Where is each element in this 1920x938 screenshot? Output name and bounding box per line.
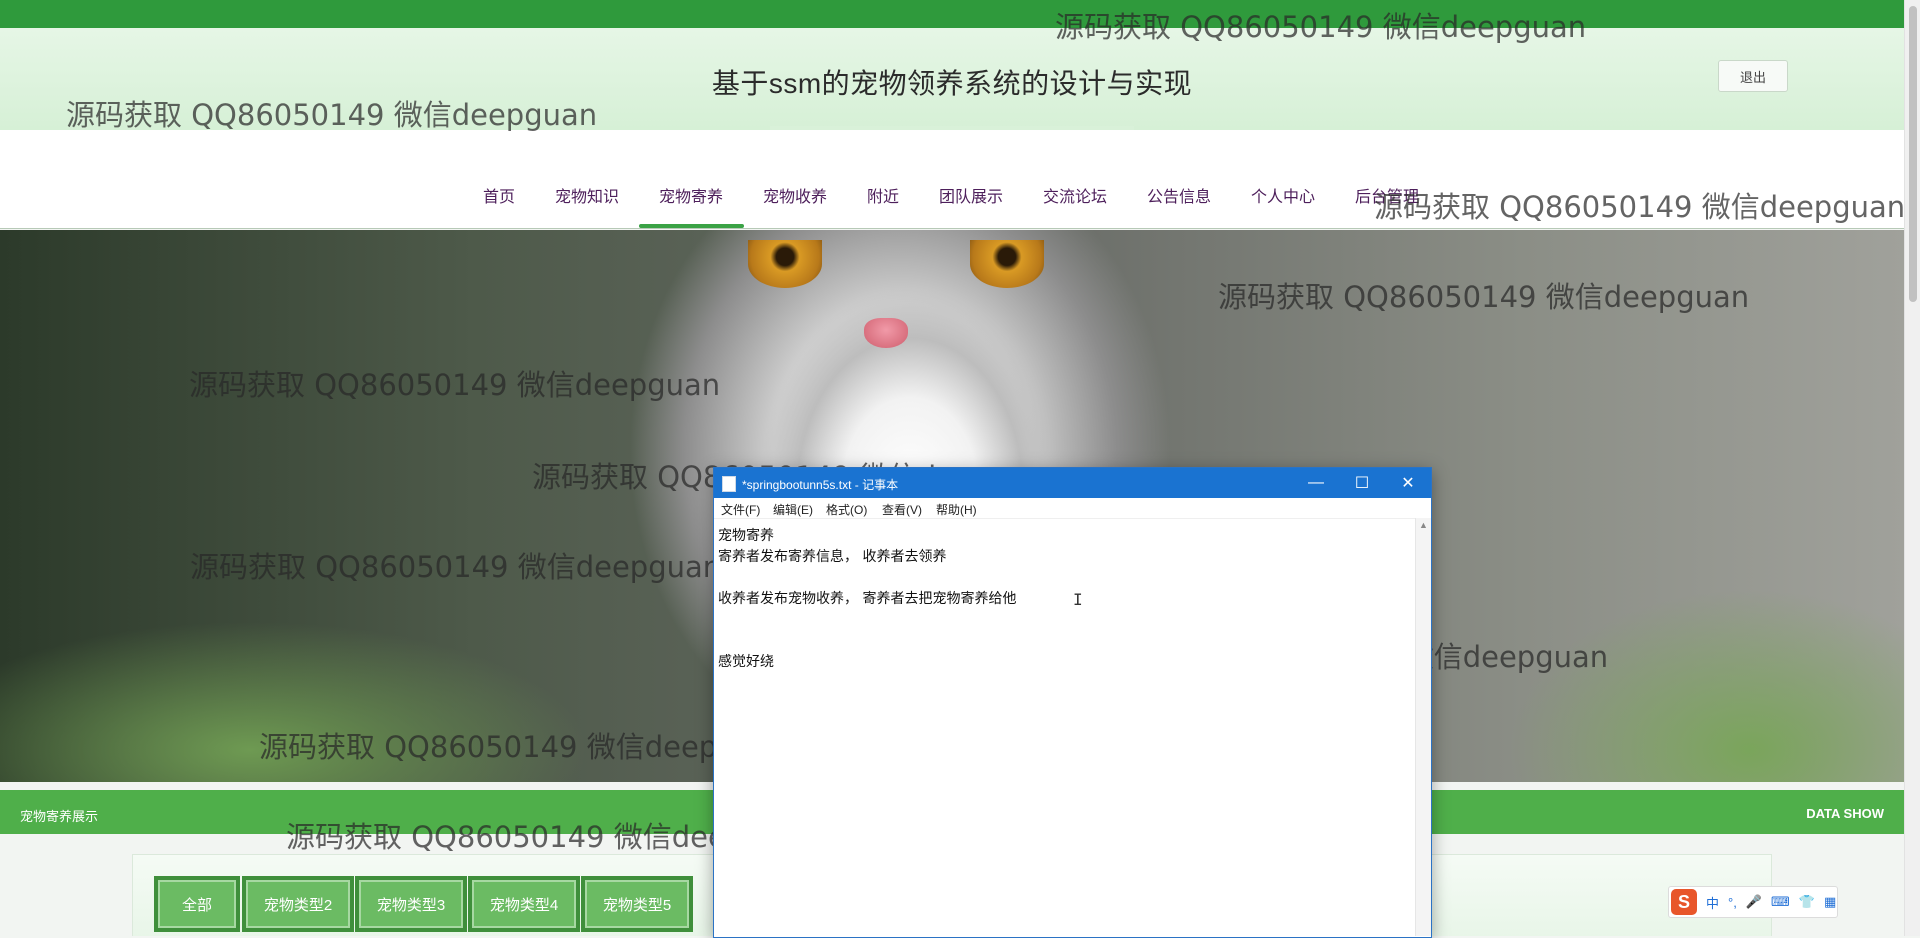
scroll-up-arrow-icon[interactable]: ▲	[1419, 520, 1428, 530]
cat-nose	[864, 318, 908, 348]
notepad-text-area[interactable]: 宠物寄养 寄养者发布寄养信息， 收养者去领养 收养者发布宠物收养， 寄养者去把宠…	[718, 526, 1408, 926]
nav-item-nearby[interactable]: 附近	[867, 183, 899, 207]
ime-microphone-icon[interactable]: 🎤	[1746, 894, 1762, 910]
nav-item-pet-foster[interactable]: 宠物寄养	[659, 183, 723, 207]
site-title: 基于ssm的宠物领养系统的设计与实现	[711, 68, 1193, 99]
notepad-title: *springbootunn5s.txt - 记事本	[742, 478, 899, 492]
logout-button[interactable]: 退出	[1718, 60, 1788, 92]
menu-help[interactable]: 帮助(H)	[936, 501, 977, 518]
data-show-label: DATA SHOW	[1806, 806, 1884, 821]
nav-item-forum[interactable]: 交流论坛	[1043, 183, 1107, 207]
section-title: 宠物寄养展示	[20, 809, 99, 824]
close-button[interactable]: ✕	[1385, 468, 1431, 498]
menu-file[interactable]: 文件(F)	[721, 501, 760, 518]
menu-format[interactable]: 格式(O)	[826, 501, 867, 518]
nav-item-team[interactable]: 团队展示	[939, 183, 1003, 207]
ime-toolbox-icon[interactable]: ▦	[1824, 894, 1836, 910]
page-scroll-thumb[interactable]	[1909, 6, 1917, 302]
tab-pet-type-3[interactable]: 宠物类型3	[355, 876, 467, 932]
menu-edit[interactable]: 编辑(E)	[773, 501, 813, 518]
text-line: 寄养者发布寄养信息， 收养者去领养	[718, 549, 947, 565]
main-nav: 首页 宠物知识 宠物寄养 宠物收养 附近 团队展示 交流论坛 公告信息 个人中心…	[0, 130, 1904, 229]
text-line	[718, 631, 1408, 652]
notepad-titlebar[interactable]: *springbootunn5s.txt - 记事本 — ☐ ✕	[714, 468, 1431, 498]
ime-toolbar[interactable]: S 中 °, 🎤 ⌨ 👕 ▦	[1668, 886, 1838, 918]
text-line: 收养者发布宠物收养， 寄养者去把宠物寄养给他	[718, 591, 1017, 607]
page-scrollbar[interactable]	[1904, 0, 1920, 936]
text-line	[718, 610, 1408, 631]
ime-keyboard-icon[interactable]: ⌨	[1771, 894, 1790, 910]
notepad-window[interactable]: *springbootunn5s.txt - 记事本 — ☐ ✕ 文件(F) 编…	[713, 467, 1432, 938]
nav-item-announcements[interactable]: 公告信息	[1147, 183, 1211, 207]
ime-chinese-mode[interactable]: 中	[1706, 893, 1719, 912]
text-line: 宠物寄养	[718, 528, 774, 544]
nav-item-home[interactable]: 首页	[483, 183, 515, 207]
nav-item-user-center[interactable]: 个人中心	[1251, 183, 1315, 207]
site-header: 基于ssm的宠物领养系统的设计与实现 退出	[0, 28, 1904, 131]
minimize-button[interactable]: —	[1293, 468, 1339, 498]
text-line: 感觉好绕	[718, 654, 774, 670]
tab-pet-type-5[interactable]: 宠物类型5	[581, 876, 693, 932]
nav-item-pet-adopt[interactable]: 宠物收养	[763, 183, 827, 207]
text-line	[718, 568, 1408, 589]
tab-pet-type-2[interactable]: 宠物类型2	[242, 876, 354, 932]
ime-skin-icon[interactable]: 👕	[1799, 894, 1815, 910]
ime-punctuation-icon[interactable]: °,	[1728, 895, 1737, 910]
maximize-button[interactable]: ☐	[1339, 468, 1385, 498]
nav-active-indicator	[639, 224, 744, 228]
nav-item-admin[interactable]: 后台管理	[1355, 183, 1419, 207]
top-strip	[0, 0, 1904, 28]
cat-eye-left	[748, 240, 822, 288]
text-cursor-icon: I	[1073, 590, 1083, 609]
notepad-scrollbar[interactable]: ▲	[1415, 518, 1431, 936]
menu-view[interactable]: 查看(V)	[882, 501, 922, 518]
sogou-logo-icon[interactable]: S	[1671, 889, 1697, 915]
tab-pet-type-4[interactable]: 宠物类型4	[468, 876, 580, 932]
notepad-menubar: 文件(F) 编辑(E) 格式(O) 查看(V) 帮助(H)	[714, 498, 1431, 519]
nav-item-pet-knowledge[interactable]: 宠物知识	[555, 183, 619, 207]
notepad-file-icon	[722, 476, 736, 492]
tab-all[interactable]: 全部	[154, 876, 240, 932]
cat-eye-right	[970, 240, 1044, 288]
